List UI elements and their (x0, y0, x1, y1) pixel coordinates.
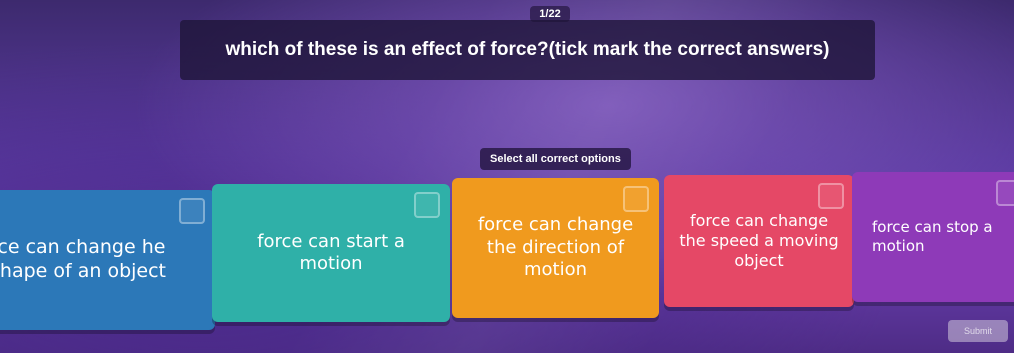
option-change-direction[interactable]: force can change the direction of motion (452, 178, 659, 318)
option-change-shape[interactable]: rce can change he shape of an object (0, 190, 215, 330)
checkbox-icon[interactable] (818, 183, 844, 209)
checkbox-icon[interactable] (623, 186, 649, 212)
instruction-label: Select all correct options (480, 148, 631, 170)
option-stop-motion[interactable]: force can stop a motion (852, 172, 1014, 302)
option-start-motion[interactable]: force can start a motion (212, 184, 450, 322)
option-change-speed[interactable]: force can change the speed a moving obje… (664, 175, 854, 307)
checkbox-icon[interactable] (996, 180, 1014, 206)
submit-button[interactable]: Submit (948, 320, 1008, 342)
question-panel: which of these is an effect of force?(ti… (180, 20, 875, 80)
option-label: force can change the speed a moving obje… (679, 211, 839, 270)
question-text: which of these is an effect of force?(ti… (225, 39, 830, 60)
checkbox-icon[interactable] (179, 198, 205, 224)
option-label: rce can change he shape of an object (0, 236, 167, 282)
checkbox-icon[interactable] (414, 192, 440, 218)
option-label: force can change the direction of motion (477, 214, 634, 281)
option-label: force can start a motion (257, 230, 405, 275)
option-label: force can stop a motion (872, 218, 993, 255)
